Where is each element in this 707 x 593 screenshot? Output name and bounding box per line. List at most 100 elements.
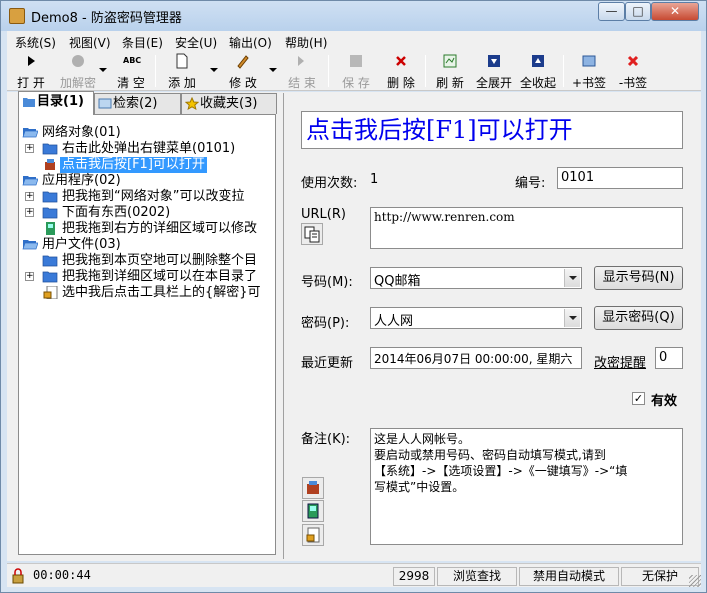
end-button[interactable]: 结 束 bbox=[281, 53, 323, 90]
app-icon bbox=[9, 8, 25, 24]
app-window: Demo8 - 防盗密码管理器 — □ ✕ 系统(S) 视图(V) 条目(E) … bbox=[0, 0, 707, 593]
lock-status-icon bbox=[12, 568, 24, 584]
tree-node[interactable]: 把我拖到本页空地可以删除整个目 bbox=[22, 253, 270, 269]
show-password-button[interactable]: 显示密码(Q) bbox=[594, 306, 683, 330]
tree-node-label: 把我拖到详细区域可以在本目录了 bbox=[62, 269, 258, 284]
tree-expand-toggle[interactable]: + bbox=[25, 144, 34, 153]
new-doc-icon bbox=[176, 53, 188, 69]
url-field[interactable]: http://www.renren.com bbox=[370, 207, 683, 249]
tab-favorites[interactable]: 收藏夹(3) bbox=[181, 93, 277, 114]
tree-node-label: 右击此处弹出右键菜单(0101) bbox=[62, 141, 236, 156]
star-tab-icon bbox=[185, 97, 199, 110]
end-icon bbox=[298, 56, 304, 66]
gift-item-icon bbox=[307, 481, 319, 494]
add-bookmark-button[interactable]: +书签 bbox=[567, 53, 611, 90]
menu-help[interactable]: 帮助(H) bbox=[285, 34, 327, 51]
add-dropdown-icon[interactable] bbox=[210, 68, 218, 72]
refresh-button[interactable]: 刷 新 bbox=[428, 53, 472, 90]
decrypt-dropdown-icon[interactable] bbox=[99, 68, 107, 72]
valid-label: 有效 bbox=[651, 394, 678, 409]
tree-node-label: 网络对象(01) bbox=[42, 125, 121, 140]
tree-node[interactable]: + 下面有东西(0202) bbox=[22, 205, 270, 221]
menu-entry[interactable]: 条目(E) bbox=[122, 34, 163, 51]
directory-tree-panel: 网络对象(01) + 右击此处弹出右键菜单(0101) 点击我后按[F1]可以打开 应用… bbox=[18, 114, 276, 555]
autofill-mode-status[interactable]: 禁用自动模式 bbox=[519, 567, 619, 586]
protection-status[interactable]: 无保护 bbox=[621, 567, 699, 586]
save-disk-icon bbox=[350, 55, 362, 67]
url-label: URL(R) bbox=[301, 207, 346, 222]
delete-button[interactable]: 删 除 bbox=[379, 53, 423, 90]
usage-count-label: 使用次数: bbox=[301, 176, 358, 191]
edit-pencil-icon bbox=[237, 55, 249, 69]
decrypt-icon bbox=[72, 55, 84, 67]
lock-doc-icon bbox=[306, 527, 320, 543]
expand-all-button[interactable]: 全展开 bbox=[472, 53, 516, 90]
account-label: 号码(M): bbox=[301, 275, 353, 290]
modify-dropdown-icon[interactable] bbox=[269, 68, 277, 72]
browse-search-status[interactable]: 浏览查找 bbox=[437, 567, 517, 586]
tree-node[interactable]: 把我拖到右方的详细区域可以修改 bbox=[22, 221, 270, 237]
reminder-days-field[interactable]: 0 bbox=[655, 347, 683, 369]
toolbar-separator bbox=[563, 55, 564, 87]
number-field[interactable]: 0101 bbox=[557, 167, 683, 189]
password-label: 密码(P): bbox=[301, 316, 350, 331]
tree-node[interactable]: 应用程序(02) bbox=[22, 173, 270, 189]
folder-icon bbox=[42, 142, 58, 155]
tree-node[interactable]: 用户文件(03) bbox=[22, 237, 270, 253]
folder-icon bbox=[42, 206, 58, 219]
close-button[interactable]: ✕ bbox=[651, 2, 699, 21]
account-select[interactable]: QQ邮箱 bbox=[370, 267, 582, 289]
title-bar: Demo8 - 防盗密码管理器 — □ ✕ bbox=[1, 1, 706, 31]
tree-expand-toggle[interactable]: + bbox=[25, 192, 34, 201]
tree-expand-toggle[interactable]: + bbox=[25, 208, 34, 217]
expand-all-icon bbox=[488, 55, 500, 67]
tree-expand-toggle[interactable]: + bbox=[25, 272, 34, 281]
green-item-button[interactable] bbox=[302, 500, 324, 522]
valid-checkbox[interactable]: ✓ bbox=[632, 392, 645, 405]
collapse-all-button[interactable]: 全收起 bbox=[516, 53, 560, 90]
tree-node[interactable]: 网络对象(01) bbox=[22, 125, 270, 141]
tree-node[interactable]: 点击我后按[F1]可以打开 bbox=[22, 157, 270, 173]
menu-output[interactable]: 输出(O) bbox=[229, 34, 272, 51]
show-account-button[interactable]: 显示号码(N) bbox=[594, 266, 683, 290]
last-updated-label: 最近更新 bbox=[301, 356, 354, 371]
tree-node[interactable]: + 把我拖到“网络对象”可以改变拉 bbox=[22, 189, 270, 205]
entry-title-field[interactable]: 点击我后按[F1]可以打开 bbox=[301, 111, 683, 149]
tree-node[interactable]: + 把我拖到详细区域可以在本目录了 bbox=[22, 269, 270, 285]
tab-directory[interactable]: 目录(1) bbox=[18, 91, 94, 115]
search-tab-icon bbox=[98, 98, 112, 109]
last-updated-field[interactable]: 2014年06月07日 00:00:00, 星期六 bbox=[370, 347, 582, 369]
password-select[interactable]: 人人网 bbox=[370, 307, 582, 329]
notes-field[interactable]: 这是人人网帐号。 要启动或禁用号码、密码自动填写模式,请到 【系统】->【选项设… bbox=[370, 428, 683, 545]
add-button[interactable]: 添 加 bbox=[161, 53, 203, 90]
abc-icon: ABC bbox=[123, 56, 142, 65]
lock-item-button[interactable] bbox=[302, 524, 324, 546]
folder-icon bbox=[42, 270, 58, 283]
tab-search[interactable]: 检索(2) bbox=[94, 93, 181, 114]
tree-node-label: 点击我后按[F1]可以打开 bbox=[60, 157, 207, 173]
tree-node[interactable]: + 右击此处弹出右键菜单(0101) bbox=[22, 141, 270, 157]
open-url-button[interactable] bbox=[301, 223, 323, 245]
menu-bar: 系统(S) 视图(V) 条目(E) 安全(U) 输出(O) 帮助(H) bbox=[7, 31, 701, 51]
open-item-button[interactable] bbox=[302, 477, 324, 499]
menu-view[interactable]: 视图(V) bbox=[69, 34, 111, 51]
minimize-button[interactable]: — bbox=[598, 2, 625, 21]
maximize-button[interactable]: □ bbox=[625, 2, 651, 21]
tree-node[interactable]: 选中我后点击工具栏上的{解密}可 bbox=[22, 285, 270, 301]
resize-grip[interactable] bbox=[689, 575, 701, 587]
green-doc-icon bbox=[42, 222, 58, 235]
usage-count-value: 1 bbox=[370, 172, 379, 187]
remove-bookmark-button[interactable]: -书签 bbox=[611, 53, 655, 90]
collapse-all-icon bbox=[532, 55, 544, 67]
open-button[interactable]: 打 开 bbox=[9, 53, 53, 90]
chevron-down-icon[interactable] bbox=[564, 269, 580, 287]
menu-system[interactable]: 系统(S) bbox=[15, 34, 56, 51]
chevron-down-icon[interactable] bbox=[564, 309, 580, 327]
clear-button[interactable]: ABC 清 空 bbox=[111, 53, 151, 90]
decrypt-button[interactable]: 加解密 bbox=[53, 53, 103, 90]
save-button[interactable]: 保 存 bbox=[335, 53, 377, 90]
modify-button[interactable]: 修 改 bbox=[221, 53, 265, 90]
menu-security[interactable]: 安全(U) bbox=[175, 34, 217, 51]
tree-node-label: 下面有东西(0202) bbox=[62, 205, 171, 220]
change-password-reminder-link[interactable]: 改密提醒 bbox=[594, 352, 646, 371]
